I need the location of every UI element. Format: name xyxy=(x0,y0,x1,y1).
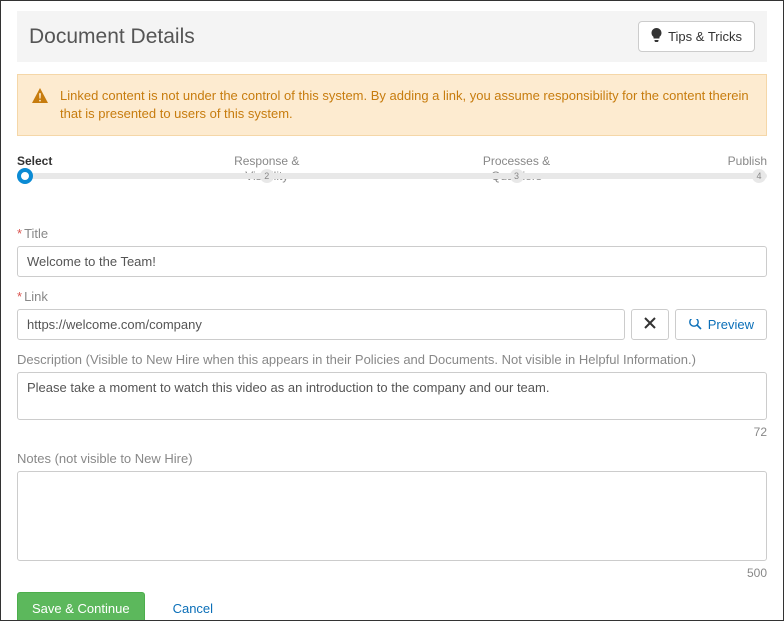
step-marker-2[interactable]: 2 xyxy=(260,169,274,183)
title-input[interactable] xyxy=(17,246,767,277)
link-input[interactable] xyxy=(17,309,625,340)
step-track: 2 3 4 xyxy=(17,173,767,179)
preview-label: Preview xyxy=(708,317,754,332)
save-continue-button[interactable]: Save & Continue xyxy=(17,592,145,621)
step-label-select: Select xyxy=(17,154,77,168)
warning-icon xyxy=(32,87,48,123)
notes-textarea[interactable] xyxy=(17,471,767,561)
clear-link-button[interactable] xyxy=(631,309,669,340)
preview-icon xyxy=(688,316,702,333)
title-label: *Title xyxy=(17,226,767,241)
notes-group: Notes (not visible to New Hire) 500 xyxy=(17,451,767,580)
link-label: *Link xyxy=(17,289,767,304)
step-marker-3[interactable]: 3 xyxy=(510,169,524,183)
document-details-page: Document Details Tips & Tricks Linked co… xyxy=(0,0,784,621)
title-group: *Title xyxy=(17,226,767,277)
preview-button[interactable]: Preview xyxy=(675,309,767,340)
tips-tricks-label: Tips & Tricks xyxy=(668,29,742,44)
close-icon xyxy=(644,317,656,332)
notes-char-count: 500 xyxy=(17,566,767,580)
step-marker-4[interactable]: 4 xyxy=(752,169,766,183)
page-title: Document Details xyxy=(29,25,195,49)
warning-alert: Linked content is not under the control … xyxy=(17,74,767,136)
progress-stepper: Select Response &Visibility Processes &Q… xyxy=(17,154,767,202)
lightbulb-icon xyxy=(651,28,662,45)
step-marker-1[interactable] xyxy=(17,168,33,184)
description-char-count: 72 xyxy=(17,425,767,439)
description-label: Description (Visible to New Hire when th… xyxy=(17,352,767,367)
step-label-publish: Publish xyxy=(707,154,767,168)
description-textarea[interactable] xyxy=(17,372,767,420)
actions-row: Save & Continue Cancel xyxy=(17,592,767,621)
link-group: *Link Preview xyxy=(17,289,767,340)
header-bar: Document Details Tips & Tricks xyxy=(17,11,767,62)
warning-text: Linked content is not under the control … xyxy=(60,87,752,123)
notes-label: Notes (not visible to New Hire) xyxy=(17,451,767,466)
description-group: Description (Visible to New Hire when th… xyxy=(17,352,767,439)
tips-tricks-button[interactable]: Tips & Tricks xyxy=(638,21,755,52)
cancel-link[interactable]: Cancel xyxy=(173,601,213,616)
